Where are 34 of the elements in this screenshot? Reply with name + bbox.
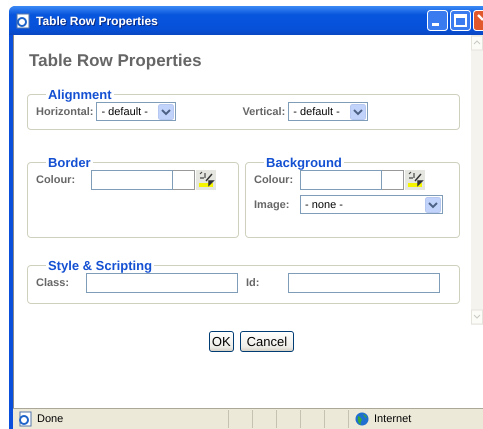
- maximize-icon[interactable]: [450, 10, 471, 31]
- dialog-heading: Table Row Properties: [29, 51, 203, 71]
- group-title: Background: [265, 155, 343, 170]
- colour-picker-icon[interactable]: [405, 170, 425, 190]
- field-label: Image:: [254, 198, 290, 210]
- field-label: Horizontal:: [36, 106, 94, 118]
- ok-button[interactable]: OK: [208, 331, 234, 352]
- field-label: Class:: [36, 277, 70, 289]
- input-field[interactable]: [86, 273, 238, 293]
- colour-swatch[interactable]: [382, 170, 404, 190]
- zone-label: Internet: [374, 413, 412, 425]
- group-title: Border: [47, 155, 92, 170]
- field-label: Id:: [246, 277, 260, 289]
- minimize-icon[interactable]: [427, 10, 448, 31]
- dropdown[interactable]: - default -: [288, 102, 368, 121]
- field-label: Colour:: [36, 174, 76, 186]
- input-field[interactable]: [300, 170, 382, 190]
- colour-picker-icon[interactable]: [196, 170, 216, 190]
- input-field[interactable]: [91, 170, 173, 190]
- dropdown[interactable]: - none -: [300, 195, 443, 214]
- close-icon[interactable]: [473, 10, 483, 31]
- input-field[interactable]: [288, 273, 440, 293]
- window-title: Table Row Properties: [36, 14, 159, 28]
- cancel-button[interactable]: Cancel: [240, 331, 294, 352]
- dropdown[interactable]: - default -: [96, 102, 176, 121]
- group-title: Style & Scripting: [47, 258, 154, 273]
- group-title: Alignment: [47, 87, 113, 102]
- page-icon: [15, 12, 31, 28]
- colour-swatch[interactable]: [173, 170, 195, 190]
- field-label: Colour:: [254, 174, 294, 186]
- status-text: Done: [37, 413, 64, 425]
- field-label: Vertical:: [242, 106, 286, 118]
- page-icon: [17, 411, 33, 427]
- globe-icon: [355, 412, 369, 426]
